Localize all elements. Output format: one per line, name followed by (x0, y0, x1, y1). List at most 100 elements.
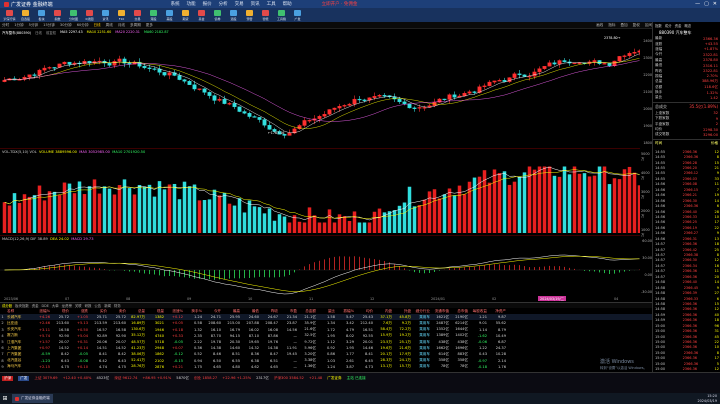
period-tab[interactable]: 月线 (118, 23, 125, 28)
menu-item[interactable]: 资讯 (251, 1, 260, 7)
column-header[interactable]: 内盘 (374, 309, 393, 314)
column-header[interactable]: 外盘 (393, 309, 412, 314)
column-header[interactable]: 总量 (127, 309, 146, 314)
toolbar-button[interactable]: 广发 (290, 9, 305, 22)
volume-bar (37, 185, 42, 233)
macd-axis: 60.00 30.00 0.00 -30.00 (641, 235, 652, 296)
candle (542, 66, 547, 70)
toolbar-button[interactable]: 板块 (34, 9, 49, 22)
toolbar-button[interactable]: 债券 (210, 9, 225, 22)
column-header[interactable]: 昨收 (260, 309, 279, 314)
time-tick-label: 11 (309, 297, 314, 301)
menu-item[interactable]: 工具 (267, 1, 276, 7)
period-tab[interactable]: 60分钟 (77, 23, 89, 28)
table-cell: 32.5亿 (304, 333, 316, 338)
column-header[interactable]: 总金额 (298, 309, 317, 314)
menu-item[interactable]: 帮助 (283, 1, 292, 7)
toolbar-button[interactable]: 智能 (258, 9, 273, 22)
toolbar-button[interactable]: 期货 (178, 9, 193, 22)
volume-chart[interactable] (0, 149, 642, 235)
chart-tool-button[interactable]: 叠加 (620, 23, 627, 28)
period-tab[interactable]: 分时 (2, 23, 9, 28)
toolbar-button[interactable]: K线图 (82, 9, 97, 22)
chart-tool-button[interactable]: 复权 (633, 23, 640, 28)
menu-item[interactable]: 交易 (235, 1, 244, 7)
column-header[interactable]: 现价 (51, 309, 70, 314)
column-header[interactable]: 现量 (146, 309, 165, 314)
table-cell: 20.30 (229, 340, 240, 345)
toolbar-button[interactable]: 指数 (50, 9, 65, 22)
column-header[interactable]: 振幅% (336, 309, 355, 314)
table-cell: 14.60 (229, 346, 240, 351)
period-tab[interactable]: 30分钟 (60, 23, 72, 28)
table-row[interactable]: 9 海马汽车 +2.15 4.75 +0.10 4.74 4.75 28.76万 2876 +0.… (0, 364, 652, 370)
column-header[interactable]: 最低 (241, 309, 260, 314)
column-header[interactable]: 今开 (203, 309, 222, 314)
column-header[interactable]: 市盈 (279, 309, 298, 314)
chart-tool-button[interactable]: 区间 (645, 23, 652, 28)
promo-link[interactable]: 立即开户 · 免佣金 (322, 1, 358, 7)
column-header[interactable]: 涨幅% (32, 309, 51, 314)
column-header[interactable]: 量比 (317, 309, 336, 314)
toolbar-button[interactable]: F10 (114, 9, 129, 22)
column-header[interactable]: 涨速% (165, 309, 184, 314)
menu-item[interactable]: 功能 (187, 1, 196, 7)
column-header[interactable]: 卖价 (108, 309, 127, 314)
market-badge[interactable]: 沪深 (2, 375, 14, 381)
column-header[interactable]: 换手% (184, 309, 203, 314)
toolbar-button[interactable]: 港股 (146, 9, 161, 22)
period-tab[interactable]: 周线 (106, 23, 113, 28)
bottom-tab[interactable]: DDE (42, 304, 49, 308)
system-clock[interactable]: 15:20 2024/03/19 (697, 394, 717, 403)
macd-pane[interactable]: MACD(12,26,9) DIF 38.89 DEA 24.02 MACD 2… (0, 235, 640, 296)
taskbar-app-button[interactable]: 广发证券金融终端 (12, 394, 53, 403)
table-cell: -0.18 (477, 364, 487, 369)
period-tab[interactable]: 5分钟 (29, 23, 38, 28)
quote-tab[interactable]: 成分 (665, 23, 672, 28)
period-tab[interactable]: 日线 (93, 23, 100, 28)
kline-pane[interactable] (0, 35, 642, 147)
chart-tool-button[interactable]: 画线 (596, 23, 603, 28)
menu-item[interactable]: 报价 (203, 1, 212, 7)
windows-start-icon[interactable]: ⊞ (0, 393, 10, 404)
toolbar-button[interactable]: 分时图 (66, 9, 81, 22)
column-header[interactable]: 每股收益 (469, 309, 488, 314)
chart-tool-button[interactable]: 指标 (608, 23, 615, 28)
menu-item[interactable]: 分析 (219, 1, 228, 7)
column-header[interactable]: 买价 (89, 309, 108, 314)
column-header[interactable]: 名称 (6, 309, 32, 314)
menu-item[interactable]: 系统 (171, 1, 180, 7)
toolbar-button[interactable]: 选股 (226, 9, 241, 22)
column-header[interactable]: 净资产 (488, 309, 507, 314)
column-header[interactable]: 最高 (222, 309, 241, 314)
column-header[interactable]: 均价 (355, 309, 374, 314)
toolbar-button[interactable]: 工具箱 (274, 9, 289, 22)
column-header[interactable]: 涨跌 (70, 309, 89, 314)
period-tab[interactable]: 15分钟 (43, 23, 55, 28)
column-header[interactable]: 总市值 (450, 309, 469, 314)
toolbar-button[interactable]: 交易 (130, 9, 145, 22)
macd-chart[interactable] (0, 236, 640, 297)
toolbar-button[interactable]: 自选股 (18, 9, 33, 22)
toolbar-button[interactable]: 资讯 (98, 9, 113, 22)
quote-tab[interactable]: 概念 (684, 23, 691, 28)
column-header[interactable]: 流通市值 (431, 309, 450, 314)
period-tab[interactable]: 1分钟 (14, 23, 23, 28)
quote-tab[interactable]: 资金 (675, 23, 682, 28)
column-header[interactable]: 细分行业 (412, 309, 431, 314)
candlestick-chart[interactable] (0, 35, 642, 147)
minimize-button[interactable]: — (695, 1, 700, 7)
toolbar-button[interactable]: 基金 (194, 9, 209, 22)
quote-tab[interactable]: 指数 (655, 23, 662, 28)
candle (332, 107, 337, 113)
maximize-button[interactable]: ▢ (704, 1, 709, 7)
broker-badge[interactable]: 广发 (18, 375, 30, 381)
volume-pane[interactable]: VOL-TDX(5,10) VOL VOLUME 3889596.00 MA5 … (0, 148, 642, 235)
period-tab[interactable]: 多周期 (130, 23, 141, 28)
tick-list[interactable]: 14:55 2366.36 12 14:55 2366.36 8 14:55 2366.28 1… (653, 149, 720, 383)
period-tab[interactable]: 更多 (146, 23, 153, 28)
toolbar-button[interactable]: 沪深行情 (2, 9, 17, 22)
toolbar-button[interactable]: 美股 (162, 9, 177, 22)
toolbar-button[interactable]: 预警 (242, 9, 257, 22)
close-button[interactable]: ✕ (713, 1, 717, 7)
